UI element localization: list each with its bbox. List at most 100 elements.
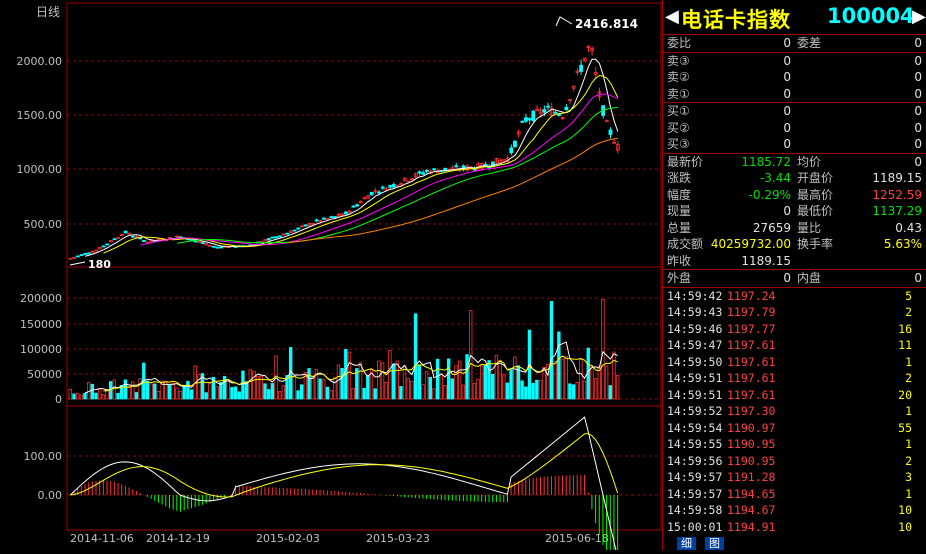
instrument-header: ◀ 电话卡指数 100004 ▶ xyxy=(663,0,926,35)
volume-bar xyxy=(498,359,502,400)
turnover-label: 换手率 xyxy=(797,237,834,251)
volume-bar xyxy=(358,362,363,400)
candle-body xyxy=(520,120,525,123)
quote-stats-section: 最新价 1185.72 均价 0 涨跌 -3.44 开盘价 1189.15 幅度… xyxy=(663,154,926,270)
next-instrument-arrow-icon[interactable]: ▶ xyxy=(912,6,926,27)
kline-chart-area[interactable]: 日线 2000.00 1500.00 1000.00 500.00 200000… xyxy=(0,0,662,554)
volume-bar xyxy=(138,378,142,400)
trade-tick-row: 14:59:55 1190.95 1 xyxy=(663,436,926,453)
volume-bar xyxy=(215,386,219,400)
candle-body xyxy=(513,140,517,148)
level-price: 0 xyxy=(783,53,791,68)
candle-body xyxy=(333,216,337,218)
low-price-label: 最低价 xyxy=(797,204,834,218)
tab-chart[interactable]: 图 xyxy=(705,537,724,550)
trade-price: 1194.67 xyxy=(727,503,776,517)
trade-time: 14:59:55 xyxy=(667,437,723,451)
trade-tick-row: 14:59:42 1197.24 5 xyxy=(663,288,926,305)
ask-level-row: 卖③ 0 0 xyxy=(663,53,926,70)
volume-bar xyxy=(421,384,425,400)
candle-body xyxy=(200,242,205,245)
order-ratio-row: 委比 0 委差 0 xyxy=(663,35,926,52)
inner-label: 内盘 xyxy=(797,271,822,285)
trade-volume: 10 xyxy=(898,503,912,517)
trade-price: 1197.61 xyxy=(727,354,776,369)
volume-bar xyxy=(237,391,241,400)
trade-tick-row: 14:59:58 1194.67 10 xyxy=(663,502,926,519)
candle-body xyxy=(388,185,392,188)
level-volume: 0 xyxy=(914,86,922,101)
candle-body xyxy=(215,246,220,249)
date-label: 2014-11-06 xyxy=(70,532,134,545)
candle-body xyxy=(112,238,117,241)
candle-body xyxy=(303,224,308,227)
prev-instrument-arrow-icon[interactable]: ◀ xyxy=(665,6,679,27)
current-volume-label: 现量 xyxy=(667,204,692,218)
candle-body xyxy=(131,235,135,238)
candle-body xyxy=(557,114,561,117)
volume-bar xyxy=(505,382,510,400)
level-price: 0 xyxy=(783,120,791,135)
volume-bar xyxy=(582,380,587,400)
trade-time: 14:59:42 xyxy=(667,288,723,303)
volume-bar xyxy=(322,379,326,400)
level-price: 0 xyxy=(783,104,791,118)
trade-tick-row: 14:59:57 1191.28 3 xyxy=(663,469,926,486)
volume-bar xyxy=(553,361,557,400)
tab-detail[interactable]: 细 xyxy=(677,537,696,550)
level-volume: 0 xyxy=(914,104,922,118)
volume-bar xyxy=(156,390,161,400)
volume-bar xyxy=(131,381,135,400)
volume-bar xyxy=(571,384,576,400)
volume-bar xyxy=(472,383,477,400)
change-pct-value: -0.29% xyxy=(748,187,791,202)
candle-body xyxy=(553,111,558,114)
volume-bar xyxy=(450,378,455,400)
level-volume: 0 xyxy=(914,70,922,84)
last-price-value: 1185.72 xyxy=(741,154,791,169)
volume-bar xyxy=(560,358,565,400)
volume-bar xyxy=(325,386,330,400)
volume-bar xyxy=(542,366,546,400)
trade-tick-row: 14:59:50 1197.61 1 xyxy=(663,354,926,371)
volume-bar xyxy=(373,388,377,400)
level-volume: 0 xyxy=(914,137,922,151)
avg-price-value: 0 xyxy=(914,154,922,169)
candle-body xyxy=(377,191,381,194)
level-label: 卖② xyxy=(667,70,690,84)
candle-body xyxy=(380,186,385,189)
volume-bar xyxy=(384,381,388,400)
trade-time: 14:59:47 xyxy=(667,338,723,352)
trade-tick-row: 14:59:54 1190.97 55 xyxy=(663,420,926,437)
candle-body xyxy=(68,257,73,260)
candle-body xyxy=(292,229,297,232)
candle-body xyxy=(211,245,216,248)
max-price-pointer xyxy=(555,16,573,27)
volume-bar xyxy=(72,393,76,400)
candle-body xyxy=(274,236,279,239)
trade-tick-list[interactable]: 14:59:42 1197.24 5 14:59:43 1197.79 2 14:59:46… xyxy=(663,288,926,536)
date-label: 2015-02-03 xyxy=(256,532,320,545)
trade-price: 1197.61 xyxy=(727,371,776,385)
kline-chart[interactable]: 日线 2000.00 1500.00 1000.00 500.00 200000… xyxy=(0,0,662,554)
trade-time: 14:59:50 xyxy=(667,354,723,369)
total-volume-value: 27659 xyxy=(752,220,791,235)
candle-body xyxy=(266,238,271,241)
volume-bar xyxy=(395,360,399,400)
candle-body xyxy=(369,191,374,196)
candle-body xyxy=(86,252,91,255)
bid-level-row: 买② 0 0 xyxy=(663,120,926,137)
outer-inner-section: 外盘 0 内盘 0 xyxy=(663,270,926,288)
trade-price: 1194.65 xyxy=(727,486,776,501)
volume-bar xyxy=(241,370,245,400)
avg-price-label: 均价 xyxy=(797,154,822,169)
instrument-name: 电话卡指数 xyxy=(681,8,791,32)
trade-tick-row: 15:00:01 1194.91 10 xyxy=(663,519,926,536)
quote-row: 成交额 40259732.00 换手率 5.63% xyxy=(663,236,926,253)
trade-volume: 1 xyxy=(905,404,912,418)
volume-bar xyxy=(513,356,517,400)
high-price-value: 1252.59 xyxy=(872,187,922,202)
volume-bar xyxy=(178,391,183,400)
volume-bar xyxy=(509,369,513,400)
volume-bar xyxy=(296,390,300,400)
